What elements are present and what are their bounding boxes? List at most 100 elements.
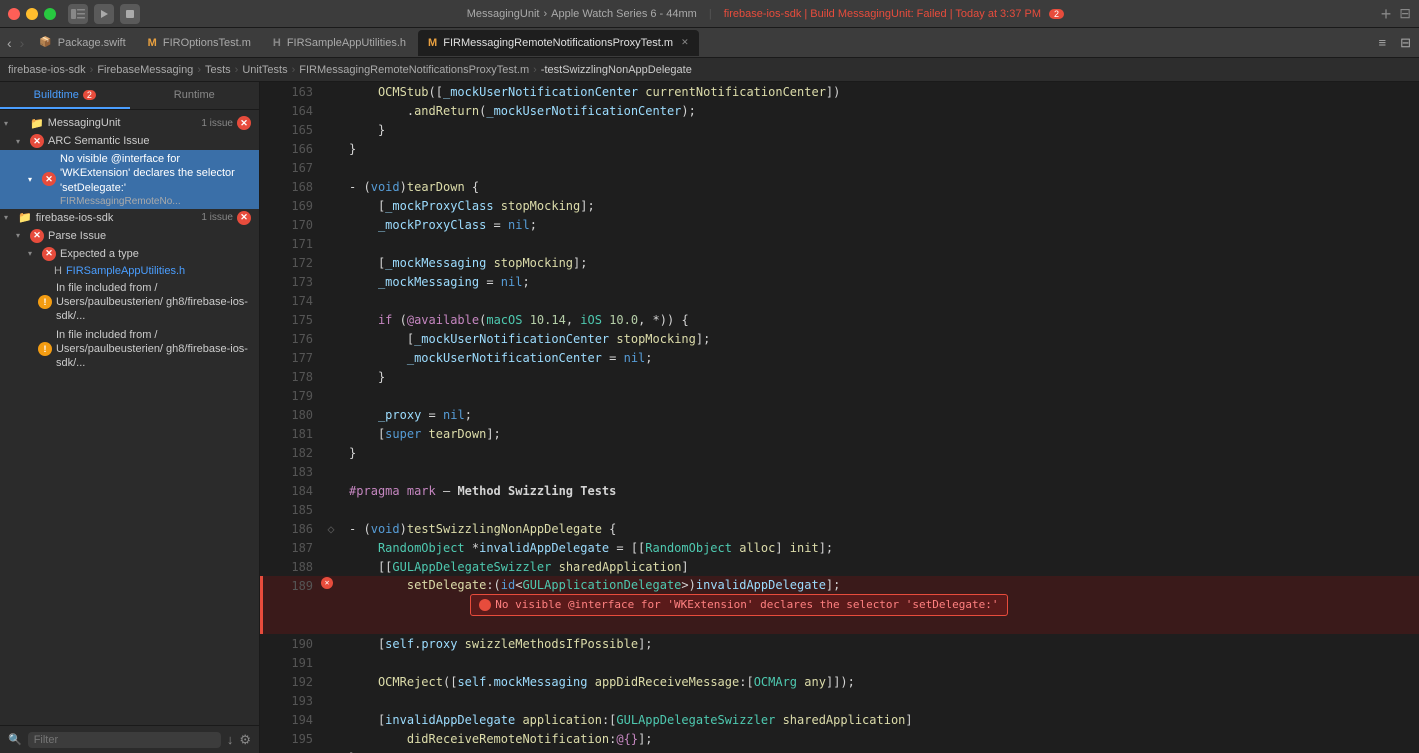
table-row: 195 didReceiveRemoteNotification:@{}];: [262, 729, 1419, 748]
code-table: 163 OCMStub([_mockUserNotificationCenter…: [260, 82, 1419, 753]
tree-item-warning-1[interactable]: ! In file included from / Users/paulbeus…: [0, 279, 259, 326]
main-area: Buildtime 2 Runtime ▾ 📁 MessagingUnit 1 …: [0, 82, 1419, 753]
minimize-button[interactable]: [26, 8, 38, 20]
warning-1-icon: !: [38, 295, 52, 309]
tab-firoptions-label: FIROptionsTest.m: [163, 37, 251, 49]
download-icon[interactable]: ↓: [227, 732, 234, 747]
chevron-icon: ▾: [4, 119, 14, 128]
left-panel: Buildtime 2 Runtime ▾ 📁 MessagingUnit 1 …: [0, 82, 260, 753]
title-bar-scheme: MessagingUnit › Apple Watch Series 6 - 4…: [150, 8, 1381, 20]
scheme-name: MessagingUnit: [467, 8, 540, 20]
tab-bar-right-controls: ≡ ⊟: [1375, 33, 1416, 53]
breadcrumb-part-3[interactable]: Tests: [205, 64, 231, 76]
parse-error-icon: ✕: [30, 229, 44, 243]
firsample-file-label: FIRSampleAppUtilities.h: [66, 265, 185, 277]
parse-issue-label: Parse Issue: [48, 230, 106, 242]
layout-icon[interactable]: ⊟: [1399, 5, 1411, 22]
breadcrumb-part-1[interactable]: firebase-ios-sdk: [8, 64, 86, 76]
error-circle-icon: [18, 119, 26, 127]
nav-back-button[interactable]: ‹: [4, 35, 15, 51]
table-row: 185: [262, 500, 1419, 519]
warning-2-icon: !: [38, 342, 52, 356]
tab-firmessaging[interactable]: M FIRMessagingRemoteNotificationsProxyTe…: [418, 30, 699, 56]
breadcrumb-part-4[interactable]: UnitTests: [242, 64, 287, 76]
tab-package-icon: 📦: [39, 37, 51, 48]
table-row: 184 #pragma mark – Method Swizzling Test…: [262, 481, 1419, 500]
filter-icon: 🔍: [8, 733, 22, 746]
tab-firoptions[interactable]: M FIROptionsTest.m: [138, 30, 261, 56]
settings-icon[interactable]: ⚙: [239, 732, 251, 748]
firebase-sdk-label: firebase-ios-sdk: [36, 212, 198, 224]
stop-button[interactable]: [120, 4, 140, 24]
messaging-unit-folder-icon: 📁: [30, 117, 44, 130]
table-row: 183: [262, 462, 1419, 481]
table-row: 188 [[GULAppDelegateSwizzler sharedAppli…: [262, 557, 1419, 576]
editor-layout-button[interactable]: ≡: [1375, 33, 1391, 52]
tree-item-no-visible-interface[interactable]: ▾ ✕ No visible @interface for 'WKExtensi…: [0, 150, 259, 209]
tab-package-swift[interactable]: 📦 Package.swift: [29, 30, 135, 56]
tab-buildtime[interactable]: Buildtime 2: [0, 82, 130, 109]
tab-firsample-icon: H: [273, 37, 281, 49]
tree-item-messaging-unit[interactable]: ▾ 📁 MessagingUnit 1 issue ✕: [0, 114, 259, 132]
nav-forward-button[interactable]: ›: [17, 35, 28, 51]
breadcrumb-part-5[interactable]: FIRMessagingRemoteNotificationsProxyTest…: [299, 64, 529, 76]
add-tab-icon[interactable]: +: [1381, 5, 1392, 23]
filter-input[interactable]: [28, 732, 221, 748]
run-button[interactable]: [94, 4, 114, 24]
code-area[interactable]: 163 OCMStub([_mockUserNotificationCenter…: [260, 82, 1419, 753]
tree-item-expected-type[interactable]: ▾ ✕ Expected a type: [0, 245, 259, 263]
expected-chevron-icon: ▾: [28, 249, 38, 258]
table-row: 167: [262, 158, 1419, 177]
sidebar-toggle-button[interactable]: [68, 4, 88, 24]
buildtime-label: Buildtime: [34, 89, 79, 101]
table-row: 194 [invalidAppDelegate application:[GUL…: [262, 710, 1419, 729]
panel-tabs: Buildtime 2 Runtime: [0, 82, 259, 110]
tab-bar: ‹ › 📦 Package.swift M FIROptionsTest.m H…: [0, 28, 1419, 58]
arc-error-icon: ✕: [30, 134, 44, 148]
arc-chevron-icon: ▾: [16, 137, 26, 146]
close-button[interactable]: [8, 8, 20, 20]
traffic-lights: [8, 8, 56, 20]
tab-firmessaging-icon: M: [428, 37, 437, 49]
messaging-unit-label: MessagingUnit: [48, 117, 198, 129]
title-bar-right: + ⊟: [1381, 5, 1411, 23]
table-row: 170 _mockProxyClass = nil;: [262, 215, 1419, 234]
breadcrumb-part-6[interactable]: -testSwizzlingNonAppDelegate: [541, 64, 692, 76]
messaging-unit-badge: 1 issue: [201, 118, 233, 129]
tab-firmessaging-close[interactable]: ✕: [681, 37, 689, 48]
warning-1-label: In file included from / Users/paulbeuste…: [56, 281, 251, 324]
table-row: 179: [262, 386, 1419, 405]
breadcrumb-part-2[interactable]: FirebaseMessaging: [97, 64, 193, 76]
error-badge: 2: [1049, 9, 1064, 19]
tree-item-arc-semantic[interactable]: ▾ ✕ ARC Semantic Issue: [0, 132, 259, 150]
tab-runtime[interactable]: Runtime: [130, 82, 260, 109]
tab-firsample[interactable]: H FIRSampleAppUtilities.h: [263, 30, 416, 56]
expected-error-icon: ✕: [42, 247, 56, 261]
tree-item-firebase-sdk[interactable]: ▾ 📁 firebase-ios-sdk 1 issue ✕: [0, 209, 259, 227]
tree-item-firsample-file[interactable]: H FIRSampleAppUtilities.h: [0, 263, 259, 279]
split-editor-button[interactable]: ⊟: [1396, 33, 1415, 53]
tree-item-warning-2[interactable]: ! In file included from / Users/paulbeus…: [0, 326, 259, 373]
table-row: 193: [262, 691, 1419, 710]
table-row: 181 [super tearDown];: [262, 424, 1419, 443]
table-row: 168 - (void)tearDown {: [262, 177, 1419, 196]
tab-package-label: Package.swift: [58, 37, 126, 49]
tab-firoptions-icon: M: [148, 37, 157, 49]
table-row: 182 }: [262, 443, 1419, 462]
tab-firmessaging-label: FIRMessagingRemoteNotificationsProxyTest…: [443, 37, 673, 49]
inline-error-message: No visible @interface for 'WKExtension' …: [470, 594, 1007, 616]
breadcrumb: firebase-ios-sdk › FirebaseMessaging › T…: [0, 58, 1419, 82]
h-file-icon: H: [54, 265, 62, 277]
warning-2-label: In file included from / Users/paulbeuste…: [56, 328, 251, 371]
table-row: 178 }: [262, 367, 1419, 386]
no-visible-chevron: ▾: [28, 175, 38, 184]
table-row-error-189: 189 ✕ setDelegate:(id<GULApplicationDele…: [262, 576, 1419, 634]
no-visible-label: No visible @interface for 'WKExtension' …: [60, 152, 251, 195]
tree-item-parse-issue[interactable]: ▾ ✕ Parse Issue: [0, 227, 259, 245]
table-row: 166 }: [262, 139, 1419, 158]
table-row: 174: [262, 291, 1419, 310]
maximize-button[interactable]: [44, 8, 56, 20]
table-row: 173 _mockMessaging = nil;: [262, 272, 1419, 291]
firebase-sdk-badge: 1 issue: [201, 212, 233, 223]
table-row: 191: [262, 653, 1419, 672]
